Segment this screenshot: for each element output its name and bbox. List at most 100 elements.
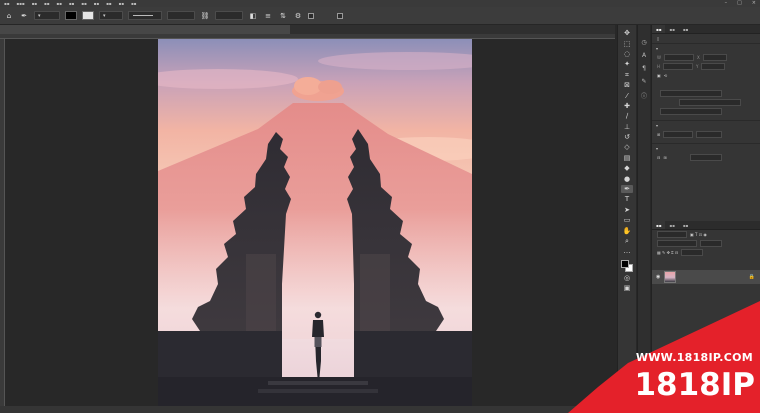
menu-item[interactable]: ▪▪ [131, 0, 136, 7]
frame-icon[interactable]: ⊠ [621, 81, 633, 89]
bit-depth-row [652, 98, 760, 107]
menu-item[interactable]: ▪▪ [32, 0, 37, 7]
ruler-icon[interactable]: ⊞ [657, 132, 660, 137]
x-input[interactable] [702, 54, 727, 61]
visibility-eye-icon[interactable]: ◉ [656, 274, 660, 280]
history-brush-icon[interactable]: ↺ [621, 133, 633, 141]
lasso-icon[interactable]: ◌ [621, 50, 633, 58]
bit-depth-select[interactable] [679, 99, 741, 106]
dodge-icon[interactable]: ● [621, 174, 633, 183]
tab-libraries[interactable]: ▪▪ [679, 25, 692, 33]
move-icon[interactable]: ✥ [621, 29, 633, 37]
crop-icon[interactable]: ⌗ [621, 71, 633, 79]
gear-icon[interactable]: ⚙ [293, 11, 303, 21]
type-icon[interactable]: T [621, 195, 633, 203]
tab-paths[interactable]: ▪▪ [679, 221, 692, 229]
grid-color-select[interactable] [696, 131, 723, 138]
character-icon[interactable]: A [642, 52, 646, 59]
chevron-down-icon[interactable]: ▾ [656, 146, 658, 151]
pen-icon[interactable]: ✒ [19, 11, 29, 21]
path-selection-icon[interactable]: ➤ [621, 206, 633, 214]
color-swatches[interactable] [620, 259, 634, 272]
canvas-area[interactable] [5, 39, 615, 406]
orientation-icon[interactable]: ▣ [657, 73, 661, 78]
align-edges-checkbox[interactable] [337, 12, 343, 19]
document-icon: ▯ [657, 36, 660, 41]
opacity-input[interactable] [700, 240, 722, 247]
paragraph-icon[interactable]: ¶ [642, 65, 646, 72]
menu-item[interactable]: ▪▪ [56, 0, 61, 7]
tab-layers[interactable]: ▪▪ [652, 221, 666, 229]
maximize-icon[interactable]: □ [737, 0, 742, 7]
y-label: Y [696, 64, 699, 69]
tab-properties[interactable]: ▪▪ [652, 25, 666, 33]
path-alignment-icon[interactable]: ≡ [263, 11, 273, 21]
chevron-down-icon[interactable]: ▾ [656, 123, 658, 128]
eraser-icon[interactable]: ◇ [621, 143, 633, 151]
clone-stamp-icon[interactable]: ⊥ [621, 123, 633, 131]
y-input[interactable] [701, 63, 726, 70]
path-operations-icon[interactable]: ◧ [248, 11, 258, 21]
document-tab[interactable] [0, 25, 290, 34]
stroke-swatch[interactable] [82, 11, 94, 20]
guides-icon[interactable]: ⊟ [657, 155, 660, 160]
blur-icon[interactable]: ◆ [621, 164, 633, 172]
screen-mode-icon[interactable]: ▣ [621, 284, 633, 292]
layer-row-background[interactable]: ◉ 🔒 [652, 270, 760, 284]
tool-mode-select[interactable]: ▾ [34, 11, 60, 20]
brush-settings-icon[interactable]: ✎ [641, 78, 646, 85]
fill-swatch[interactable] [65, 11, 77, 20]
pen-icon[interactable]: ✒ [621, 184, 633, 194]
guides-layout-icon[interactable]: ⊞ [663, 155, 666, 160]
marquee-icon[interactable]: ⬚ [621, 39, 633, 48]
layer-filter-select[interactable] [657, 231, 687, 238]
menu-item[interactable]: ▪▪ [106, 0, 111, 7]
stroke-width-field[interactable]: ▾ [99, 11, 123, 20]
tab-channels[interactable]: ▪▪ [665, 221, 678, 229]
menu-bar: ▪▪ ▪▪▪ ▪▪ ▪▪ ▪▪ ▪▪ ▪▪ ▪▪ ▪▪ ▪▪ ▪▪ – □ × [0, 0, 760, 7]
menu-item[interactable]: ▪▪ [94, 0, 99, 7]
magic-wand-icon[interactable]: ✦ [621, 60, 633, 68]
height-input[interactable] [663, 63, 694, 70]
menu-item[interactable]: ▪▪ [81, 0, 86, 7]
auto-add-delete-checkbox[interactable] [308, 12, 314, 19]
menu-item[interactable]: ▪▪ [119, 0, 124, 7]
close-icon[interactable]: × [752, 0, 756, 7]
eyedropper-icon[interactable]: ⁄ [621, 91, 633, 100]
height-field[interactable] [215, 11, 243, 20]
history-icon[interactable]: ◷ [641, 39, 646, 46]
stroke-type-select[interactable] [128, 11, 162, 20]
rectangle-icon[interactable]: ▭ [621, 216, 633, 224]
hand-icon[interactable]: ✋ [621, 226, 633, 235]
gradient-icon[interactable]: ▤ [621, 154, 633, 162]
link-icon[interactable]: ⛓ [200, 11, 210, 21]
foreground-color[interactable] [621, 259, 629, 268]
blend-mode-select[interactable] [657, 240, 697, 247]
width-input[interactable] [663, 54, 694, 61]
brush-icon[interactable]: ∕ [621, 112, 633, 120]
more-tools-icon[interactable]: … [621, 247, 633, 255]
fill-input[interactable] [681, 249, 704, 256]
info-icon[interactable]: ⓘ [641, 91, 647, 100]
fill-select[interactable] [660, 108, 722, 115]
rotate-icon[interactable]: ⟲ [664, 73, 667, 78]
quick-mask-icon[interactable]: ◎ [621, 274, 633, 282]
home-icon[interactable]: ⌂ [4, 11, 14, 21]
filter-icons[interactable]: ▣ T ⊡ ◉ [690, 232, 707, 237]
menu-item[interactable]: ▪▪▪ [16, 0, 24, 7]
mode-select[interactable] [660, 90, 722, 97]
chevron-down-icon[interactable]: ▾ [656, 46, 658, 51]
minimize-icon[interactable]: – [725, 0, 728, 7]
guide-color-select[interactable] [689, 154, 722, 161]
lock-row: ▦ ✎ ✥ ⌗ ⊟ [652, 248, 760, 257]
units-select[interactable] [663, 131, 694, 138]
menu-item[interactable]: ▪▪ [69, 0, 74, 7]
healing-brush-icon[interactable]: ✚ [621, 102, 633, 110]
tab-adjustments[interactable]: ▪▪ [665, 25, 678, 33]
lock-icon[interactable]: ▦ ✎ ✥ ⌗ ⊟ [657, 250, 678, 255]
zoom-icon[interactable]: ⌕ [621, 237, 633, 245]
menu-item[interactable]: ▪▪ [44, 0, 49, 7]
menu-item[interactable]: ▪▪ [4, 0, 9, 7]
width-field[interactable] [167, 11, 195, 20]
path-arrangement-icon[interactable]: ⇅ [278, 11, 288, 21]
